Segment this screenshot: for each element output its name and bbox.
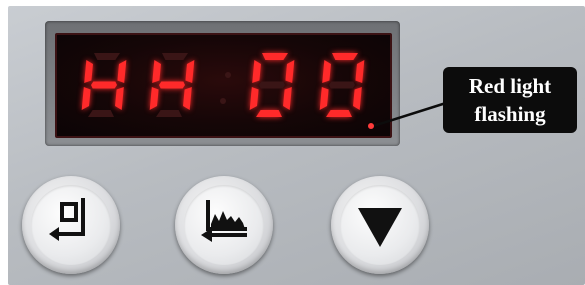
led-digit [249, 53, 295, 117]
led-segment [185, 60, 195, 83]
led-segment [283, 87, 292, 110]
down-button[interactable] [331, 176, 429, 274]
led-colon-dot [225, 72, 231, 78]
led-segment [249, 87, 259, 110]
led-segment [149, 87, 159, 110]
led-segment [329, 81, 355, 89]
led-segment [353, 87, 362, 110]
led-segment [81, 87, 91, 110]
led-segment [285, 60, 295, 83]
led-segment [88, 110, 114, 117]
led-digit [319, 53, 365, 117]
led-segment [355, 60, 365, 83]
led-segment [156, 110, 182, 117]
led-segment [259, 81, 285, 89]
callout-label: Red light flashing [443, 67, 577, 133]
chart-button[interactable] [175, 176, 273, 274]
led-segment [94, 53, 120, 60]
led-digit [81, 53, 127, 117]
chart-return-icon [201, 200, 247, 242]
led-colon-dot [220, 98, 226, 104]
led-segment [256, 110, 282, 117]
led-segment [162, 53, 188, 60]
callout-line-1: Red light [468, 74, 552, 98]
led-digits [81, 53, 365, 117]
led-segment [319, 87, 329, 110]
led-segment [159, 81, 185, 89]
led-segment [252, 60, 261, 83]
led-segment [115, 87, 124, 110]
led-segment [91, 81, 117, 89]
led-segment [322, 60, 331, 83]
led-segment [183, 87, 192, 110]
enter-return-icon [49, 198, 85, 241]
led-segment [152, 60, 161, 83]
led-segment [332, 53, 358, 60]
led-segment [117, 60, 127, 83]
led-digit [149, 53, 195, 117]
down-triangle-icon [358, 208, 402, 247]
led-segment [262, 53, 288, 60]
callout-line-2: flashing [474, 102, 546, 126]
enter-button[interactable] [22, 176, 120, 274]
led-display [55, 33, 392, 138]
led-segment [326, 110, 352, 117]
led-segment [84, 60, 93, 83]
